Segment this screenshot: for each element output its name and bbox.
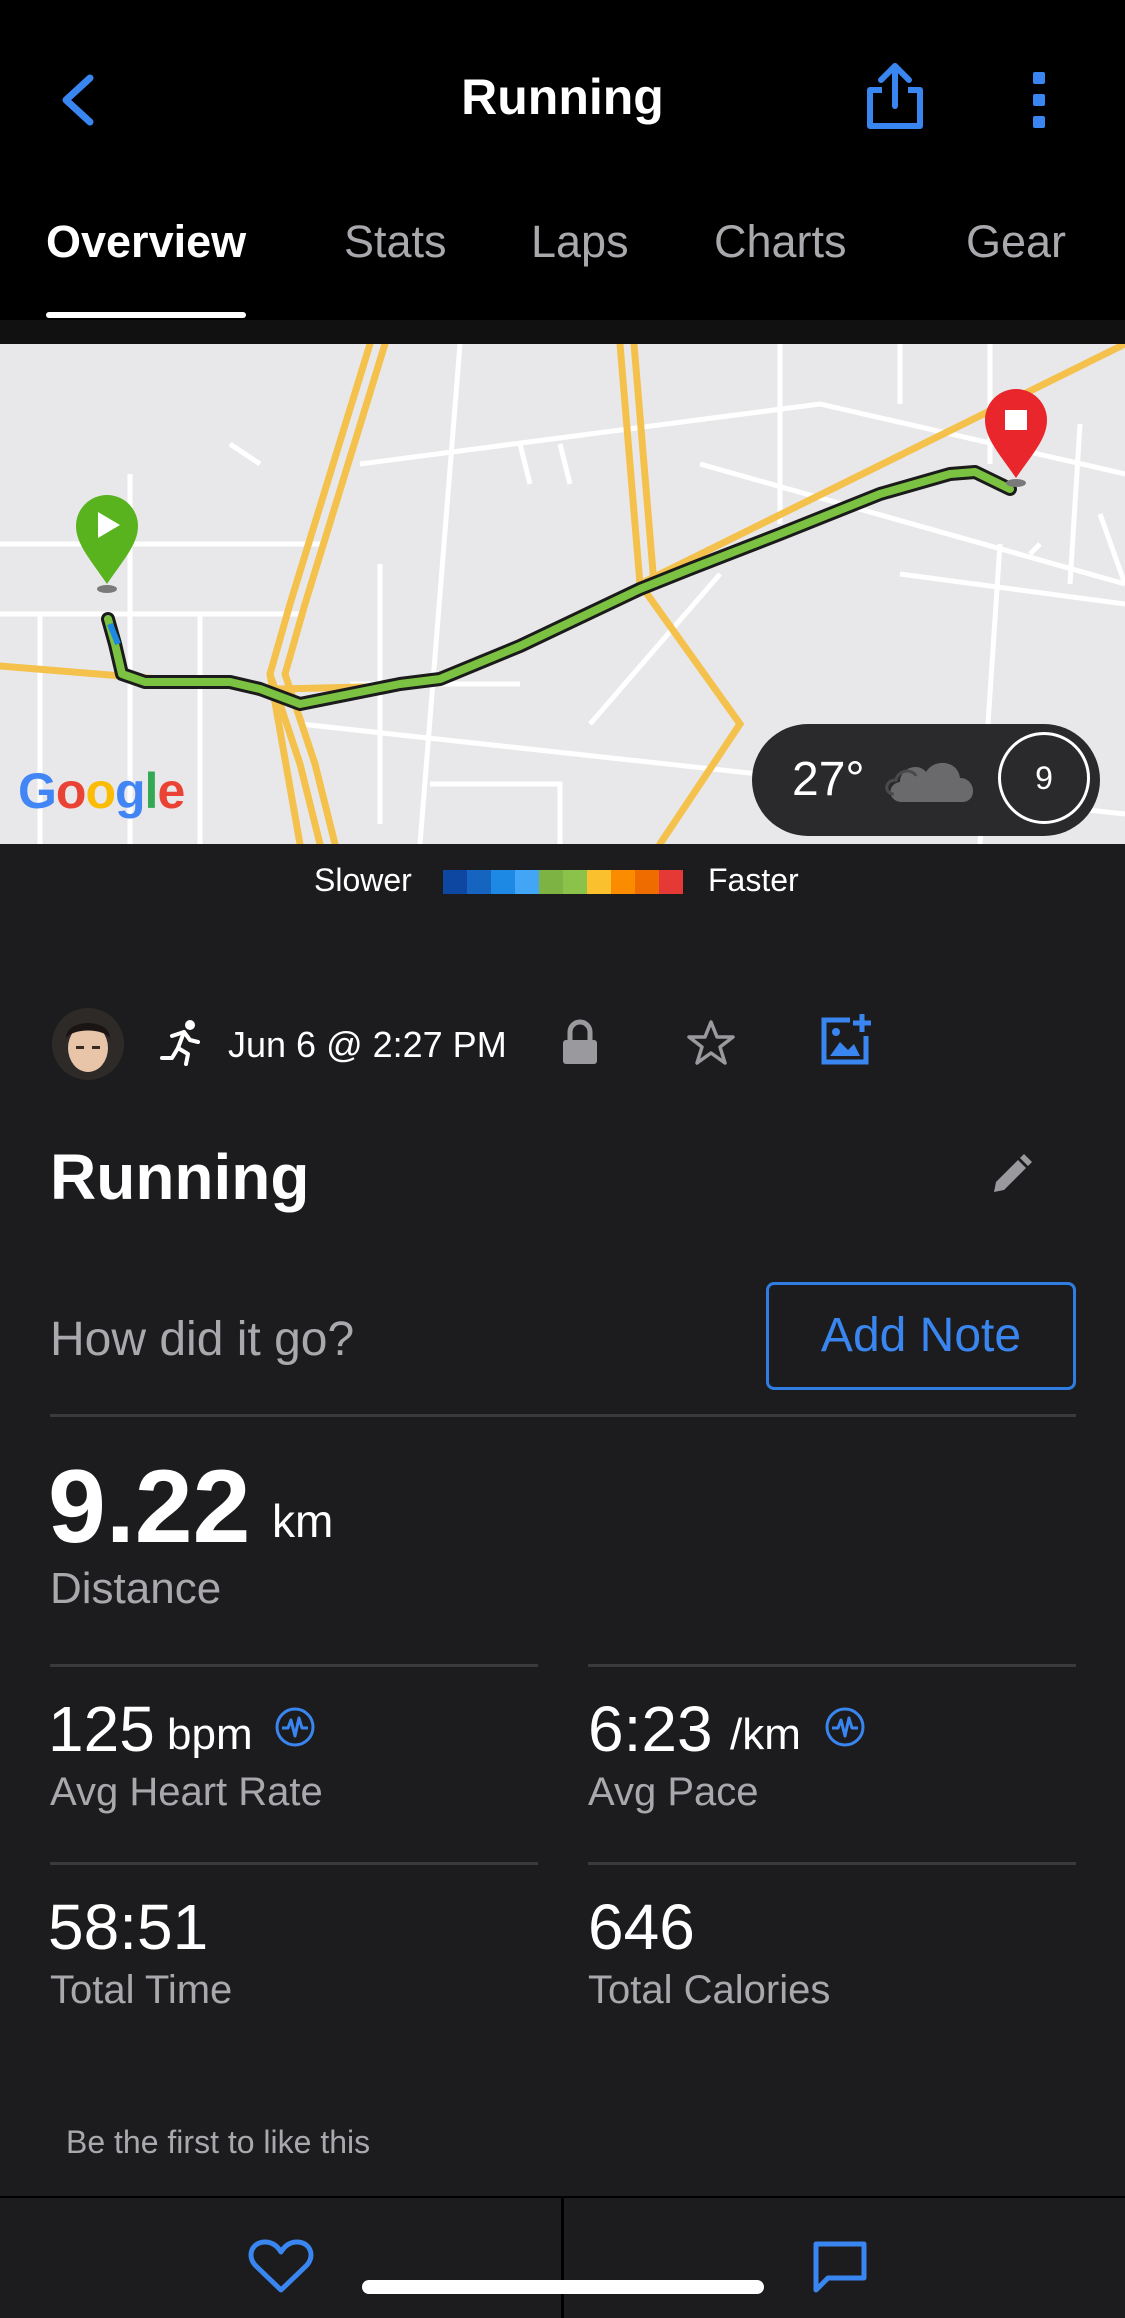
lock-icon[interactable] xyxy=(560,1018,600,1068)
legend-color-segment xyxy=(515,870,539,894)
pace-value: 6:23 xyxy=(588,1693,713,1765)
legend-faster-label: Faster xyxy=(708,862,799,898)
top-bar: Running xyxy=(0,0,1125,200)
note-prompt: How did it go? xyxy=(50,1313,355,1366)
total-calories-value: 646 xyxy=(588,1891,695,1963)
tab-overview[interactable]: Overview xyxy=(46,216,246,268)
legend-color-segment xyxy=(563,870,587,894)
activity-meta-row: Jun 6 @ 2:27 PM xyxy=(0,1000,1125,1090)
temperature: 27° xyxy=(792,753,865,806)
page-title: Running xyxy=(461,69,664,125)
legend-color-segment xyxy=(587,870,611,894)
activity-date: Jun 6 @ 2:27 PM xyxy=(228,1024,507,1065)
chart-indicator-icon[interactable] xyxy=(824,1706,866,1748)
legend-slower-label: Slower xyxy=(314,862,412,898)
total-time-value: 58:51 xyxy=(48,1891,209,1963)
heart-icon[interactable] xyxy=(248,2238,314,2294)
chart-indicator-icon[interactable] xyxy=(274,1706,316,1748)
cloud-icon xyxy=(885,762,974,802)
add-note-button[interactable]: Add Note xyxy=(766,1282,1076,1390)
edit-pencil-icon[interactable] xyxy=(988,1152,1034,1198)
legend-color-segment xyxy=(467,870,491,894)
user-avatar-image xyxy=(52,1008,124,1080)
distance-label: Distance xyxy=(50,1564,222,1613)
running-icon xyxy=(160,1020,200,1066)
pace-legend: Slower Faster xyxy=(0,862,1125,902)
total-time-label: Total Time xyxy=(50,1968,233,2012)
total-calories-label: Total Calories xyxy=(588,1968,831,2012)
google-logo: Google xyxy=(18,763,185,819)
finish-pin-icon xyxy=(985,389,1047,487)
divider xyxy=(588,1664,1076,1667)
bottom-bar-separator xyxy=(561,2198,564,2318)
tab-charts[interactable]: Charts xyxy=(714,216,847,268)
comment-icon[interactable] xyxy=(812,2240,868,2294)
more-vertical-icon xyxy=(1033,72,1045,128)
tab-laps[interactable]: Laps xyxy=(531,216,629,268)
star-icon[interactable] xyxy=(686,1018,736,1068)
distance-unit: km xyxy=(272,1495,334,1547)
tab-divider xyxy=(0,320,1125,344)
more-options-button[interactable] xyxy=(1020,62,1060,142)
heart-rate-value: 125 xyxy=(48,1693,155,1765)
divider xyxy=(588,1862,1076,1865)
wind-speed-indicator: 9 xyxy=(998,732,1090,824)
divider xyxy=(50,1414,1076,1417)
legend-color-segment xyxy=(443,870,467,894)
active-tab-indicator xyxy=(46,312,246,318)
share-icon xyxy=(867,63,923,129)
heart-rate-unit: bpm xyxy=(167,1710,253,1759)
legend-color-segment xyxy=(539,870,563,894)
legend-color-segment xyxy=(635,870,659,894)
divider xyxy=(50,1664,538,1667)
tab-bar: Overview Stats Laps Charts Gear xyxy=(0,200,1125,320)
home-indicator xyxy=(362,2280,764,2294)
avatar[interactable] xyxy=(52,1008,124,1080)
pace-label: Avg Pace xyxy=(588,1770,759,1814)
legend-color-segment xyxy=(611,870,635,894)
share-button[interactable] xyxy=(860,60,930,140)
legend-color-segment xyxy=(491,870,515,894)
tab-gear[interactable]: Gear xyxy=(966,216,1066,268)
legend-color-segment xyxy=(659,870,683,894)
add-photo-icon[interactable] xyxy=(820,1012,876,1068)
divider xyxy=(50,1862,538,1865)
likes-text: Be the first to like this xyxy=(66,2124,371,2160)
heart-rate-label: Avg Heart Rate xyxy=(50,1770,323,1814)
distance-value: 9.22 xyxy=(48,1449,251,1565)
tab-stats[interactable]: Stats xyxy=(344,216,447,268)
pace-unit: /km xyxy=(730,1710,801,1759)
weather-widget[interactable]: 27° 9 xyxy=(752,724,1100,836)
legend-color-bar xyxy=(443,870,683,894)
bottom-action-bar xyxy=(0,2196,1125,2318)
activity-name: Running xyxy=(50,1141,310,1213)
route-map[interactable]: Google 27° 9 xyxy=(0,344,1125,844)
